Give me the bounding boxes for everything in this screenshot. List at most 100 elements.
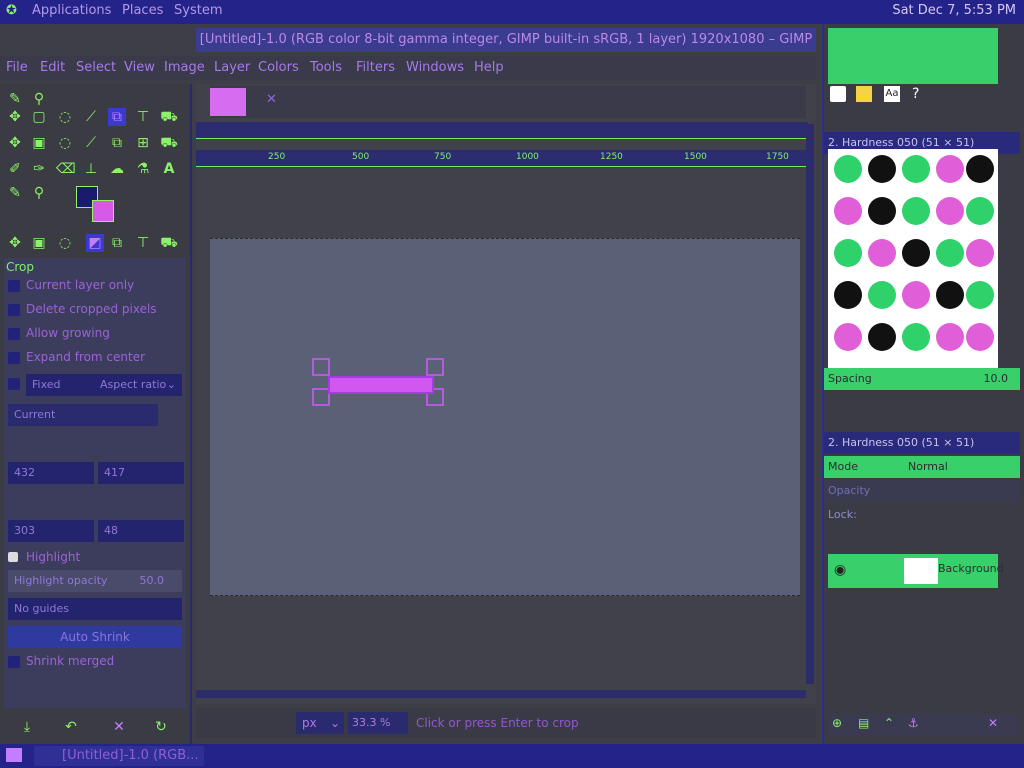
restore-options-icon[interactable]: ↶ [62,718,80,736]
brush-item[interactable] [834,323,862,351]
canvas-area[interactable]: ✕ 250 500 750 1000 1250 1500 1750 [196,84,816,704]
transform-tool-icon[interactable]: ⊤ [134,108,152,126]
lasso-tool-2-icon[interactable]: ◌ [56,134,74,152]
lasso-tool-3-icon[interactable]: ◌ [56,234,74,252]
crop-handle-top-left[interactable] [312,358,330,376]
image-thumbnail[interactable] [210,88,246,116]
brush-item[interactable] [868,155,896,183]
close-icon[interactable]: ✕ [266,92,277,107]
clone-tool-icon[interactable]: ⊥ [82,160,100,178]
help-icon[interactable]: ? [912,86,919,102]
width-input[interactable]: 432 [8,462,94,484]
reset-options-icon[interactable]: ↻ [152,718,170,736]
zoom-tool-2-icon[interactable]: ⚲ [30,184,48,202]
move-tool-2-icon[interactable]: ✥ [6,134,24,152]
delete-cropped-checkbox[interactable] [8,304,20,316]
brush-item[interactable] [902,323,930,351]
current-field[interactable]: Current [8,404,158,426]
crop-tool-2-icon[interactable]: ⧉ [108,134,126,152]
horizontal-scrollbar[interactable] [196,690,806,698]
menu-file[interactable]: File [6,60,28,75]
paintbrush-icon[interactable]: ✐ [6,160,24,178]
brush-item[interactable] [834,281,862,309]
highlight-opacity-slider[interactable]: Highlight opacity 50.0 [8,570,182,592]
menu-image[interactable]: Image [164,60,205,75]
mode-dropdown[interactable]: Mode Normal [824,456,1020,478]
eraser-icon[interactable]: ⌫ [56,160,76,178]
brush-item[interactable] [902,155,930,183]
brush-item[interactable] [902,239,930,267]
pattern-swatch[interactable] [856,86,872,102]
brush-item[interactable] [966,197,994,225]
taskbar-gimp-item[interactable]: [Untitled]-1.0 (RGB... [34,746,204,766]
applications-menu[interactable]: Applications [32,3,111,18]
bucket-fill-icon[interactable]: ⛟ [160,108,178,126]
menu-help[interactable]: Help [474,60,504,75]
menu-tools[interactable]: Tools [310,60,342,75]
brush-item[interactable] [936,323,964,351]
brush-item[interactable] [966,323,994,351]
guides-dropdown[interactable]: No guides [8,598,182,620]
menu-view[interactable]: View [124,60,155,75]
shrink-merged-checkbox[interactable] [8,656,20,668]
fixed-checkbox[interactable] [8,378,20,390]
horizontal-ruler[interactable]: 250 500 750 1000 1250 1500 1750 [196,150,808,167]
text-tool-icon[interactable]: A [160,160,178,178]
brush-item[interactable] [868,239,896,267]
system-logo-icon[interactable]: ✪ [6,3,17,18]
menu-layer[interactable]: Layer [214,60,250,75]
rect-select-icon[interactable]: ▢ [30,108,48,126]
opacity-slider[interactable]: Opacity [824,480,1020,502]
layer-visibility-icon[interactable]: ◉ [834,562,846,578]
brush-item[interactable] [966,155,994,183]
image-canvas[interactable] [210,238,800,596]
airbrush-icon[interactable]: ✑ [30,160,48,178]
anchor-icon[interactable]: ⚓ [908,716,919,730]
clock[interactable]: Sat Dec 7, 5:53 PM [892,3,1016,18]
current-layer-only-checkbox[interactable] [8,280,20,292]
vertical-scrollbar[interactable] [806,124,814,684]
delete-options-icon[interactable]: ✕ [110,718,128,736]
brush-item[interactable] [966,239,994,267]
brush-item[interactable] [868,197,896,225]
show-desktop-icon[interactable] [6,748,22,762]
crop-tool-icon[interactable]: ⧉ [108,108,126,126]
delete-layer-icon[interactable]: ✕ [988,716,998,730]
brush-item[interactable] [936,155,964,183]
crop-handle-top-right[interactable] [426,358,444,376]
brush-item[interactable] [966,281,994,309]
font-preview[interactable]: Aa [884,86,900,102]
layer-name[interactable]: Background [938,562,1004,575]
brush-item[interactable] [868,323,896,351]
brush-item[interactable] [936,281,964,309]
rect-select-3-icon[interactable]: ▣ [30,234,48,252]
menu-windows[interactable]: Windows [406,60,464,75]
brush-grid[interactable] [828,149,998,369]
background-color-swatch[interactable] [92,200,114,222]
dodge-tool-icon[interactable]: ⚗ [134,160,152,178]
fixed-dropdown[interactable]: Fixed Aspect ratio ⌄ [26,374,182,396]
crop-rectangle[interactable] [328,376,434,394]
menu-select[interactable]: Select [76,60,116,75]
places-menu[interactable]: Places [122,3,163,18]
lasso-tool-icon[interactable]: ◌ [56,108,74,126]
bucket-fill-2-icon[interactable]: ⛟ [160,134,178,152]
move-tool-3-icon[interactable]: ✥ [6,234,24,252]
fuzzy-select-2-icon[interactable]: ⟋ [82,134,100,152]
allow-growing-checkbox[interactable] [8,328,20,340]
crop-tool-3-icon[interactable]: ◩ [86,234,104,252]
menu-colors[interactable]: Colors [258,60,299,75]
auto-shrink-button[interactable]: Auto Shrink [8,626,182,648]
brush-item[interactable] [834,197,862,225]
brush-item[interactable] [936,239,964,267]
height-input[interactable]: 417 [98,462,184,484]
position-x-input[interactable]: 303 [8,520,94,542]
bucket-fill-3-icon[interactable]: ⛟ [160,234,178,252]
new-layer-icon[interactable]: ⊕ [832,716,842,730]
spacing-slider[interactable]: Spacing 10.0 [824,368,1020,390]
crop-tool-4-icon[interactable]: ⧉ [108,234,126,252]
position-y-input[interactable]: 48 [98,520,184,542]
rect-select-2-icon[interactable]: ▣ [30,134,48,152]
brush-item[interactable] [902,281,930,309]
warp-tool-icon[interactable]: ⊞ [134,134,152,152]
